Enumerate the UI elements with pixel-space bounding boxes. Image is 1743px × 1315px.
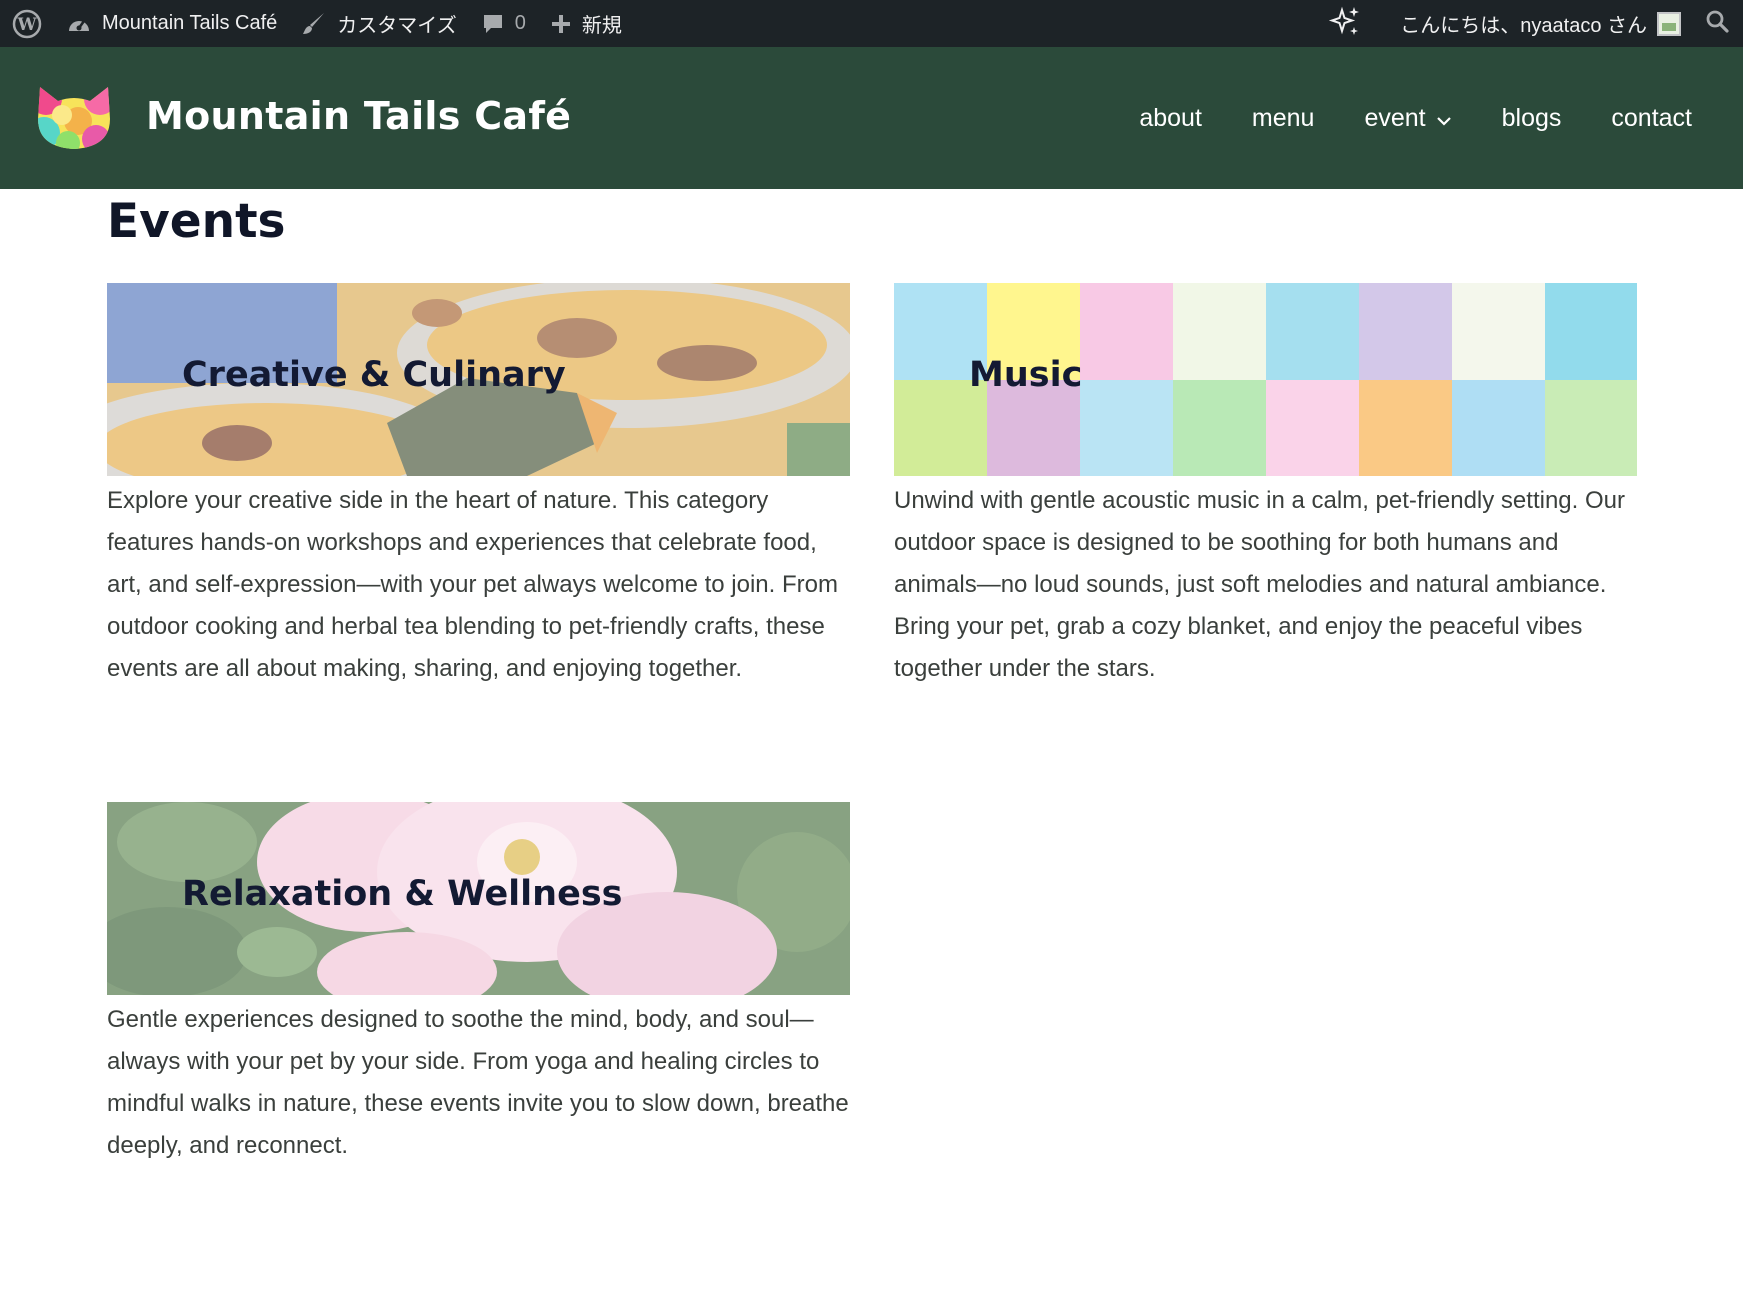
nav-label: menu	[1251, 103, 1315, 132]
dashboard-icon	[66, 12, 92, 36]
card-banner[interactable]: Relaxation & Wellness	[107, 802, 850, 995]
ai-assistant-button[interactable]	[1316, 0, 1388, 47]
nav-item-about[interactable]: about	[1114, 104, 1227, 133]
card-title[interactable]: Music	[969, 355, 1082, 395]
admin-search-button[interactable]	[1693, 0, 1743, 47]
new-label: 新規	[581, 15, 622, 37]
customize-link[interactable]: カスタマイズ	[289, 0, 468, 47]
cat-logo-icon[interactable]	[34, 81, 114, 153]
admin-site-name: Mountain Tails Café	[102, 12, 278, 34]
card-description: Gentle experiences designed to soothe th…	[107, 1006, 849, 1159]
greeting-text: こんにちは、nyaataco さん	[1400, 15, 1647, 37]
wordpress-icon: W	[12, 9, 42, 39]
nav-label: about	[1139, 103, 1202, 132]
page-title: Events	[107, 194, 286, 249]
comment-icon	[481, 12, 505, 36]
card-description: Unwind with gentle acoustic music in a c…	[894, 487, 1625, 682]
event-card-creative-culinary: Creative & Culinary Explore your creativ…	[107, 283, 850, 690]
event-card-relaxation-wellness: Relaxation & Wellness Gentle experiences…	[107, 802, 850, 1167]
plus-icon	[550, 13, 572, 35]
card-title[interactable]: Creative & Culinary	[182, 355, 566, 395]
site-header: Mountain Tails Café about menu event blo…	[0, 47, 1743, 189]
chevron-down-icon	[1436, 104, 1452, 133]
svg-text:W: W	[16, 15, 37, 35]
card-banner[interactable]: Creative & Culinary	[107, 283, 850, 476]
avatar	[1657, 11, 1681, 36]
nav-item-event[interactable]: event	[1339, 104, 1476, 133]
card-banner[interactable]: Music	[894, 283, 1637, 476]
nav-item-menu[interactable]: menu	[1227, 104, 1340, 133]
primary-nav: about menu event blogs contact	[1114, 47, 1717, 189]
sparkle-icon	[1328, 4, 1362, 44]
site-title[interactable]: Mountain Tails Café	[146, 94, 571, 138]
nav-label: contact	[1611, 103, 1692, 132]
nav-label: event	[1364, 103, 1426, 132]
admin-bar: W Mountain Tails Café カスタマイズ 0 新規 こんにちは、…	[0, 0, 1743, 47]
nav-label: blogs	[1501, 103, 1562, 132]
comments-count: 0	[514, 12, 526, 34]
search-icon	[1705, 9, 1729, 39]
customize-label: カスタマイズ	[337, 15, 457, 37]
card-title[interactable]: Relaxation & Wellness	[182, 874, 623, 914]
nav-item-contact[interactable]: contact	[1586, 104, 1717, 133]
comments-link[interactable]: 0	[469, 0, 538, 47]
site-name-menu[interactable]: Mountain Tails Café	[54, 0, 289, 47]
wordpress-menu[interactable]: W	[0, 0, 54, 47]
account-menu[interactable]: こんにちは、nyaataco さん	[1388, 0, 1693, 47]
card-description: Explore your creative side in the heart …	[107, 487, 838, 682]
new-content-menu[interactable]: 新規	[538, 0, 634, 47]
event-card-music: Music Unwind with gentle acoustic music …	[894, 283, 1637, 690]
brush-icon	[301, 11, 327, 37]
nav-item-blogs[interactable]: blogs	[1477, 104, 1587, 133]
